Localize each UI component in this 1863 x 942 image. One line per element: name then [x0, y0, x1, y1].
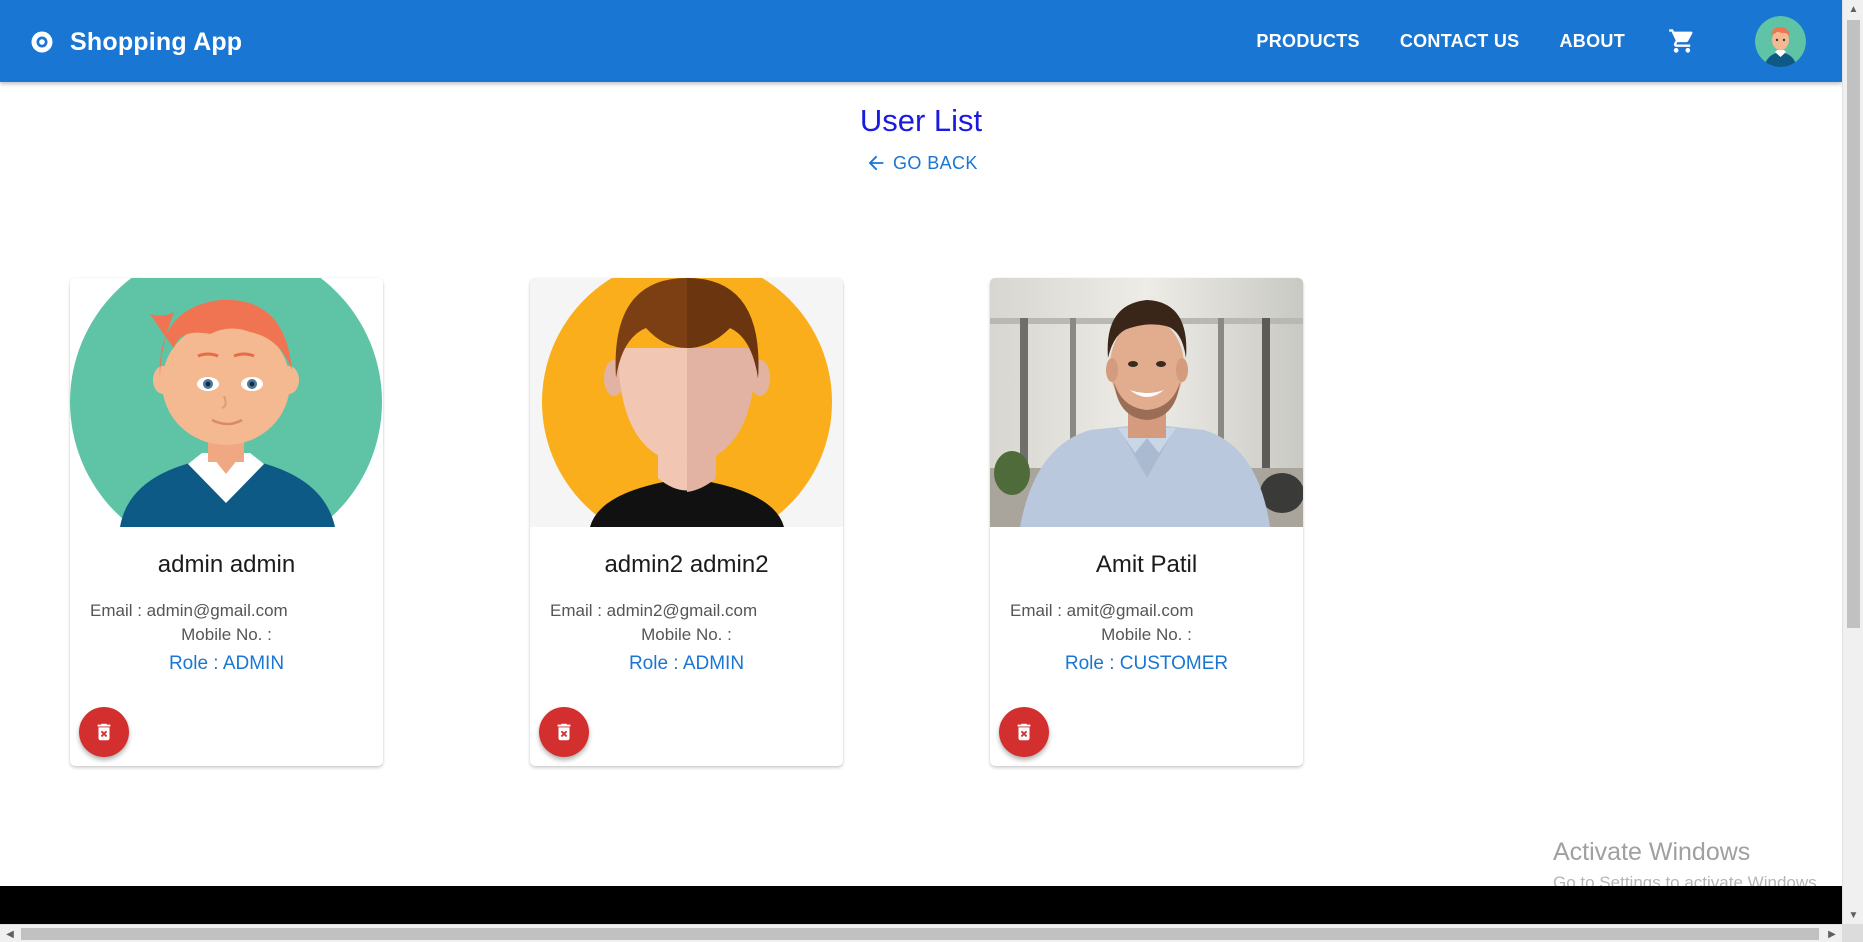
scrollbar-corner	[1842, 924, 1863, 942]
user-card-body: admin2 admin2 Email : admin2@gmail.com M…	[530, 527, 843, 677]
top-nav: PRODUCTS CONTACT US ABOUT	[1256, 0, 1806, 82]
app-bar: Shopping App PRODUCTS CONTACT US ABOUT	[0, 0, 1842, 82]
delete-user-button[interactable]	[539, 707, 589, 757]
user-card-body: Amit Patil Email : amit@gmail.com Mobile…	[990, 527, 1303, 677]
delete-user-button[interactable]	[999, 707, 1049, 757]
user-role: Role : CUSTOMER	[1064, 653, 1229, 674]
user-email: Email : amit@gmail.com	[1010, 601, 1194, 620]
go-back-button[interactable]: GO BACK	[865, 152, 978, 174]
activate-windows-watermark: Activate Windows Go to Settings to activ…	[1553, 838, 1821, 893]
arrow-left-icon	[865, 152, 887, 174]
user-email: Email : admin@gmail.com	[90, 601, 288, 620]
vertical-scroll-thumb[interactable]	[1847, 20, 1860, 628]
trash-delete-icon	[553, 721, 575, 743]
user-card: Amit Patil Email : amit@gmail.com Mobile…	[990, 278, 1303, 766]
page: Shopping App PRODUCTS CONTACT US ABOUT U…	[0, 0, 1863, 942]
scroll-right-arrow-icon[interactable]: ▶	[1822, 925, 1842, 942]
user-card: admin2 admin2 Email : admin2@gmail.com M…	[530, 278, 843, 766]
scroll-left-arrow-icon[interactable]: ◀	[0, 925, 20, 942]
horizontal-scroll-thumb[interactable]	[21, 928, 1819, 940]
cartoon-boy-avatar	[70, 278, 383, 527]
watermark-title: Activate Windows	[1553, 838, 1751, 866]
trash-delete-icon	[93, 721, 115, 743]
user-role: Role : ADMIN	[628, 653, 745, 674]
delete-user-button[interactable]	[79, 707, 129, 757]
user-mobile: Mobile No. :	[181, 625, 272, 644]
nav-about[interactable]: ABOUT	[1560, 31, 1626, 52]
user-role: Role : ADMIN	[168, 653, 285, 674]
shopping-cart-icon[interactable]	[1665, 24, 1699, 58]
nav-contact-us[interactable]: CONTACT US	[1400, 31, 1520, 52]
user-name: admin2 admin2	[604, 551, 769, 578]
circle-dot-logo-icon	[30, 30, 54, 54]
user-name: Amit Patil	[1095, 551, 1198, 578]
user-mobile: Mobile No. :	[641, 625, 732, 644]
vertical-scrollbar[interactable]: ▲ ▼	[1842, 0, 1863, 924]
user-email: Email : admin2@gmail.com	[550, 601, 758, 620]
user-card-body: admin admin Email : admin@gmail.com Mobi…	[70, 527, 383, 677]
user-mobile: Mobile No. :	[1101, 625, 1192, 644]
trash-delete-icon	[1013, 721, 1035, 743]
horizontal-scrollbar[interactable]: ◀ ▶	[0, 924, 1842, 942]
user-name: admin admin	[157, 551, 296, 578]
scroll-up-arrow-icon[interactable]: ▲	[1843, 0, 1863, 18]
user-avatar[interactable]	[1755, 15, 1806, 67]
faceless-person-avatar	[530, 278, 843, 527]
scroll-down-arrow-icon[interactable]: ▼	[1843, 906, 1863, 924]
go-back-label: GO BACK	[893, 152, 978, 173]
user-card: admin admin Email : admin@gmail.com Mobi…	[70, 278, 383, 766]
photo-man-in-office	[990, 278, 1303, 527]
nav-products[interactable]: PRODUCTS	[1256, 31, 1359, 52]
app-title: Shopping App	[70, 27, 243, 56]
page-title: User List	[859, 103, 983, 138]
brand-home-link[interactable]: Shopping App	[30, 23, 242, 61]
bottom-black-bar	[0, 886, 1842, 924]
